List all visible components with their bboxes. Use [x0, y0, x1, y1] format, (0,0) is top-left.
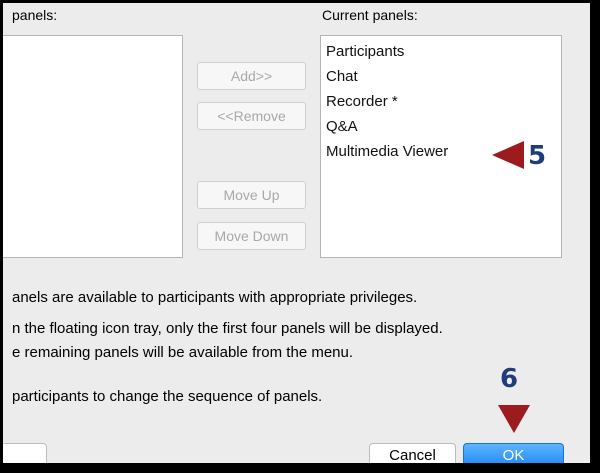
list-item[interactable]: Recorder * [326, 93, 398, 111]
current-panels-label: Current panels: [322, 7, 418, 23]
step-6-number: 6 [500, 364, 519, 394]
left-footer-button[interactable] [3, 443, 47, 463]
dialog-frame: panels: Current panels: Add>> <<Remove M… [0, 0, 600, 473]
list-item[interactable]: Multimedia Viewer [326, 143, 448, 161]
step-5-arrow [492, 141, 524, 169]
list-item[interactable]: Q&A [326, 118, 358, 136]
step-6-arrow [498, 405, 530, 433]
step-5-number: 5 [528, 141, 547, 171]
note-privileges: anels are available to participants with… [12, 289, 418, 306]
note-remaining-panels: e remaining panels will be available fro… [12, 344, 354, 361]
remove-button[interactable]: <<Remove [197, 102, 306, 130]
current-panels-list[interactable]: Participants Chat Recorder * Q&A Multime… [320, 35, 562, 258]
note-icon-tray: n the floating icon tray, only the first… [12, 320, 443, 337]
move-up-button[interactable]: Move Up [197, 181, 306, 209]
add-button[interactable]: Add>> [197, 62, 306, 90]
available-panels-label: panels: [12, 7, 58, 23]
cancel-button[interactable]: Cancel [369, 443, 456, 463]
list-item[interactable]: Participants [326, 43, 404, 61]
move-down-button[interactable]: Move Down [197, 222, 306, 250]
ok-button[interactable]: OK [463, 443, 564, 463]
list-item[interactable]: Chat [326, 68, 358, 86]
note-sequence: participants to change the sequence of p… [12, 388, 323, 405]
available-panels-list[interactable] [3, 35, 183, 258]
